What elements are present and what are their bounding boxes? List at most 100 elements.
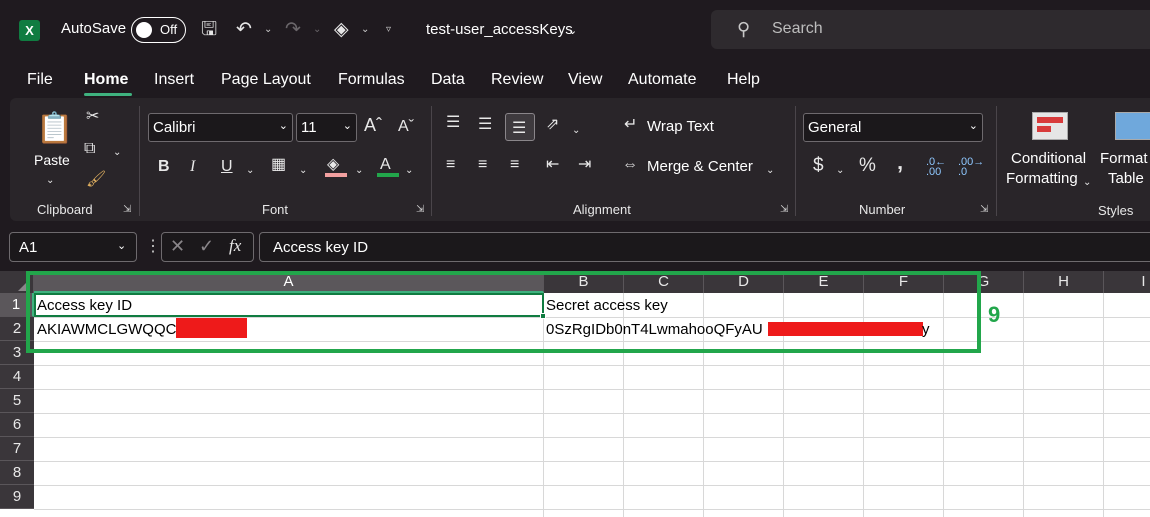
orientation-dropdown-icon[interactable]: ⌄ bbox=[572, 122, 580, 140]
underline-dropdown-icon[interactable]: ⌄ bbox=[246, 162, 254, 180]
document-title[interactable]: test-user_accessKeys bbox=[426, 21, 573, 38]
conditional-formatting-label-2[interactable]: Formatting bbox=[1006, 170, 1078, 187]
font-color-icon[interactable]: A bbox=[380, 156, 391, 174]
autosave-toggle[interactable]: Off bbox=[131, 17, 186, 43]
tab-automate[interactable]: Automate bbox=[628, 71, 696, 89]
save-icon[interactable]: 🖫 bbox=[201, 19, 217, 41]
clipboard-launcher-icon[interactable]: ⇲ bbox=[123, 204, 131, 215]
align-center-icon[interactable]: ≡ bbox=[478, 156, 487, 174]
font-group-label: Font bbox=[262, 202, 289, 217]
tab-insert[interactable]: Insert bbox=[154, 71, 194, 89]
undo-dropdown-icon[interactable]: ⌄ bbox=[264, 24, 272, 35]
format-as-table-icon[interactable] bbox=[1115, 112, 1150, 140]
document-title-chevron-icon[interactable]: ⌄ bbox=[568, 24, 577, 37]
more-options-icon[interactable]: ⋮ bbox=[145, 236, 161, 256]
enter-icon[interactable]: ✓ bbox=[199, 236, 214, 257]
wrap-text-icon[interactable]: ↵ bbox=[624, 116, 637, 134]
align-right-icon[interactable]: ≡ bbox=[510, 156, 519, 174]
ribbon-separator bbox=[139, 106, 140, 216]
tab-view[interactable]: View bbox=[568, 71, 602, 89]
paste-dropdown-icon[interactable]: ⌄ bbox=[46, 172, 54, 190]
cut-icon[interactable]: ✂ bbox=[86, 108, 99, 126]
format-painter-icon[interactable]: 🖌 bbox=[86, 171, 106, 189]
italic-icon[interactable]: I bbox=[190, 158, 195, 176]
redo-dropdown-icon[interactable]: ⌄ bbox=[313, 24, 321, 35]
font-color-dropdown-icon[interactable]: ⌄ bbox=[405, 162, 413, 180]
bold-icon[interactable]: B bbox=[158, 158, 170, 176]
wrap-text-label[interactable]: Wrap Text bbox=[647, 118, 714, 135]
bottom-align-button[interactable]: ☰ bbox=[505, 113, 535, 141]
conditional-formatting-icon[interactable] bbox=[1032, 112, 1068, 140]
name-box-chevron-icon[interactable]: ⌄ bbox=[117, 239, 126, 252]
increase-indent-icon[interactable]: ⇥ bbox=[578, 156, 591, 174]
search-box[interactable]: ⚲ Search bbox=[711, 10, 1150, 49]
decrease-decimal-icon[interactable]: .00→ .0 bbox=[958, 157, 984, 178]
format-table-label-1[interactable]: Format bbox=[1100, 150, 1148, 167]
excel-logo-icon: X bbox=[19, 20, 40, 41]
tab-help[interactable]: Help bbox=[727, 71, 760, 89]
cancel-icon[interactable]: ✕ bbox=[170, 236, 185, 257]
decrease-font-size-icon[interactable]: Aˇ bbox=[398, 118, 414, 136]
customize-quick-access-icon[interactable]: ▿ bbox=[386, 24, 391, 35]
row-header-8[interactable]: 8 bbox=[0, 461, 34, 485]
font-name-value: Calibri bbox=[153, 119, 196, 136]
paste-label[interactable]: Paste bbox=[34, 152, 70, 168]
middle-align-icon[interactable]: ☰ bbox=[478, 116, 492, 134]
column-header-i[interactable]: I bbox=[1104, 271, 1150, 293]
annotation-number: 9 bbox=[988, 302, 1001, 327]
alignment-launcher-icon[interactable]: ⇲ bbox=[780, 204, 788, 215]
font-launcher-icon[interactable]: ⇲ bbox=[416, 204, 424, 215]
percent-icon[interactable]: % bbox=[859, 156, 876, 175]
row-header-9[interactable]: 9 bbox=[0, 485, 34, 509]
format-table-label-2[interactable]: Table bbox=[1108, 170, 1144, 187]
gridline bbox=[34, 509, 1150, 510]
tab-formulas[interactable]: Formulas bbox=[338, 71, 405, 89]
increase-font-size-icon[interactable]: Aˆ bbox=[364, 116, 382, 134]
conditional-formatting-label-1[interactable]: Conditional bbox=[1011, 150, 1086, 167]
tab-data[interactable]: Data bbox=[431, 71, 465, 89]
borders-icon[interactable]: ▦ bbox=[271, 156, 286, 174]
number-format-value: General bbox=[808, 119, 862, 136]
font-name-select[interactable]: Calibri ⌄ bbox=[148, 113, 293, 142]
row-header-6[interactable]: 6 bbox=[0, 413, 34, 437]
underline-icon[interactable]: U bbox=[221, 158, 233, 176]
row-header-4[interactable]: 4 bbox=[0, 365, 34, 389]
merge-center-dropdown-icon[interactable]: ⌄ bbox=[766, 162, 774, 180]
tab-home[interactable]: Home bbox=[84, 71, 128, 89]
alignment-group-label: Alignment bbox=[573, 202, 631, 217]
font-size-select[interactable]: 11 ⌄ bbox=[296, 113, 357, 142]
number-format-select[interactable]: General ⌄ bbox=[803, 113, 983, 142]
redo-icon[interactable]: ↷ bbox=[285, 19, 301, 41]
merge-center-icon[interactable]: ⇔ bbox=[622, 156, 638, 174]
copy-icon[interactable]: ⧉ bbox=[84, 140, 95, 158]
tab-file[interactable]: File bbox=[27, 71, 53, 89]
column-header-h[interactable]: H bbox=[1024, 271, 1104, 293]
fill-color-icon[interactable]: ◈ bbox=[334, 19, 349, 41]
orientation-icon[interactable]: ⇗ bbox=[546, 116, 559, 134]
row-header-5[interactable]: 5 bbox=[0, 389, 34, 413]
increase-decimal-icon[interactable]: .0← .00 bbox=[926, 157, 946, 178]
top-align-icon[interactable]: ☰ bbox=[446, 114, 460, 132]
borders-dropdown-icon[interactable]: ⌄ bbox=[299, 162, 307, 180]
currency-icon[interactable]: $ bbox=[813, 156, 824, 175]
fill-color-icon[interactable]: ◈ bbox=[327, 156, 339, 174]
fill-dropdown-icon[interactable]: ⌄ bbox=[361, 24, 369, 35]
paste-icon[interactable]: 📋 bbox=[36, 112, 73, 146]
tab-page-layout[interactable]: Page Layout bbox=[221, 71, 311, 89]
bottom-align-icon: ☰ bbox=[512, 120, 527, 137]
decrease-indent-icon[interactable]: ⇤ bbox=[546, 156, 559, 174]
tab-review[interactable]: Review bbox=[491, 71, 543, 89]
search-placeholder: Search bbox=[772, 20, 823, 37]
copy-dropdown-icon[interactable]: ⌄ bbox=[113, 144, 121, 162]
fill-color-dropdown-icon[interactable]: ⌄ bbox=[355, 162, 363, 180]
comma-style-icon[interactable]: ‚ bbox=[897, 151, 903, 173]
formula-input[interactable]: Access key ID bbox=[259, 232, 1150, 262]
number-launcher-icon[interactable]: ⇲ bbox=[980, 204, 988, 215]
row-header-7[interactable]: 7 bbox=[0, 437, 34, 461]
insert-function-icon[interactable]: fx bbox=[229, 236, 241, 256]
merge-center-label[interactable]: Merge & Center bbox=[647, 158, 753, 175]
undo-icon[interactable]: ↶ bbox=[236, 19, 252, 41]
align-left-icon[interactable]: ≡ bbox=[446, 156, 455, 174]
conditional-formatting-dropdown-icon[interactable]: ⌄ bbox=[1083, 174, 1091, 192]
currency-dropdown-icon[interactable]: ⌄ bbox=[836, 162, 844, 180]
